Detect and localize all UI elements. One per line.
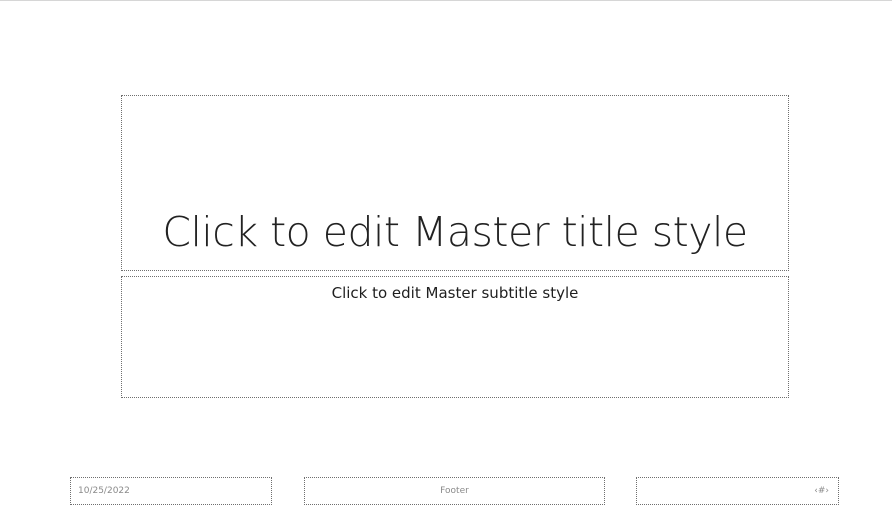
- subtitle-placeholder[interactable]: Click to edit Master subtitle style: [121, 276, 789, 398]
- slide-number-text: ‹#›: [814, 486, 829, 496]
- subtitle-placeholder-text: Click to edit Master subtitle style: [331, 284, 579, 302]
- footer-placeholder[interactable]: Footer: [304, 477, 605, 505]
- footer-text: Footer: [440, 486, 469, 496]
- title-placeholder-text: Click to edit Master title style: [162, 208, 748, 256]
- date-placeholder[interactable]: 10/25/2022: [70, 477, 272, 505]
- date-text: 10/25/2022: [78, 486, 130, 496]
- slide-master-canvas: Click to edit Master title style Click t…: [0, 0, 892, 508]
- title-placeholder[interactable]: Click to edit Master title style: [121, 95, 789, 271]
- slide-number-placeholder[interactable]: ‹#›: [636, 477, 839, 505]
